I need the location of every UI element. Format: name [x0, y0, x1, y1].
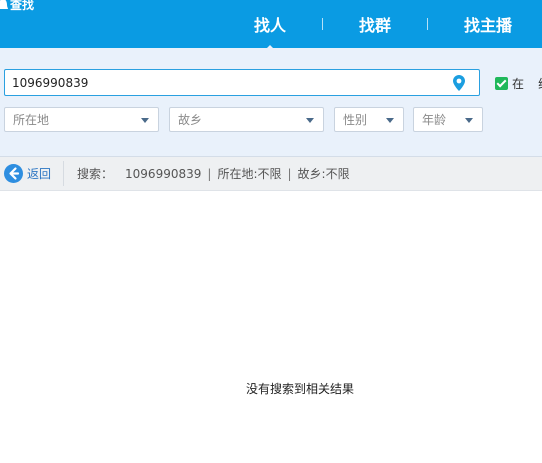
location-dropdown-label: 所在地 — [13, 113, 50, 127]
chevron-down-icon — [386, 118, 394, 123]
chevron-down-icon — [141, 118, 149, 123]
back-label: 返回 — [27, 167, 52, 181]
age-dropdown[interactable]: 年龄 — [413, 107, 483, 132]
online-label-a: 在 — [512, 77, 525, 91]
location-pin-icon[interactable] — [453, 75, 465, 91]
hometown-dropdown-label: 故乡 — [178, 113, 203, 127]
summary-separator: | — [287, 167, 292, 181]
age-dropdown-label: 年龄 — [422, 113, 447, 127]
window-title-text: 查找 — [10, 0, 35, 12]
online-filter[interactable]: 在 线 — [495, 75, 542, 92]
header-bar: 查找 找人 找群 找主播 — [0, 0, 542, 48]
search-input[interactable] — [5, 70, 459, 95]
location-dropdown[interactable]: 所在地 — [4, 107, 159, 132]
search-panel: 在 线 所在地 故乡 性别 年龄 — [0, 48, 542, 157]
tab-divider — [426, 18, 428, 30]
result-bar-divider — [63, 161, 65, 186]
search-value-label: 1096990839 — [125, 167, 202, 181]
hometown-summary: 故乡:不限 — [297, 167, 350, 181]
empty-state-message: 没有搜索到相关结果 — [245, 382, 354, 396]
gender-dropdown[interactable]: 性别 — [334, 107, 404, 132]
tab-find-people[interactable]: 找人 — [246, 12, 294, 36]
penguin-logo-icon — [0, 0, 8, 9]
gender-dropdown-label: 性别 — [343, 113, 368, 127]
chevron-down-icon — [465, 118, 473, 123]
summary-separator: | — [207, 167, 212, 181]
tab-divider — [321, 18, 323, 30]
online-checkbox[interactable] — [495, 77, 508, 90]
online-label-b: 线 — [538, 75, 542, 92]
chevron-down-icon — [306, 118, 314, 123]
result-bar: 返回 搜索： 1096990839 | 所在地:不限 | 故乡:不限 — [0, 157, 542, 191]
tab-bar: 找人 找群 找主播 — [246, 0, 542, 48]
tab-find-streamer[interactable]: 找主播 — [456, 12, 520, 36]
back-arrow-icon — [4, 164, 23, 183]
back-button[interactable]: 返回 — [4, 164, 51, 183]
tab-find-group[interactable]: 找群 — [351, 12, 399, 36]
search-box — [4, 69, 480, 96]
location-summary: 所在地:不限 — [217, 167, 282, 181]
window-title: 查找 — [0, 0, 34, 13]
hometown-dropdown[interactable]: 故乡 — [169, 107, 324, 132]
search-summary: 搜索： 1096990839 | 所在地:不限 | 故乡:不限 — [77, 165, 350, 182]
search-key-label: 搜索： — [77, 167, 114, 181]
